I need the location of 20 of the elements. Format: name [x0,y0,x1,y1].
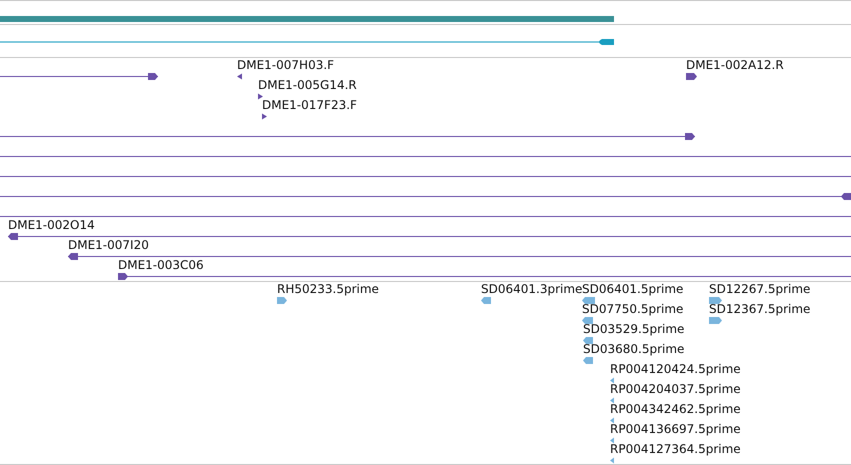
feature-label: DME1-002O14 [8,218,95,232]
feature-label: RP004204037.5prime [610,382,741,396]
feature-label: SD06401.3prime [481,282,582,296]
feature-label: RP004136697.5prime [610,422,741,436]
feature-label: RP004342462.5prime [610,402,741,416]
feature-label: DME1-007H03.F [237,58,334,72]
feature-label: SD12367.5prime [709,302,810,316]
feature-label: RH50233.5prime [277,282,379,296]
feature-label: SD07750.5prime [582,302,684,316]
feature-label: SD12267.5prime [709,282,810,296]
feature-label: DME1-007I20 [68,238,149,252]
feature-label: RP004127364.5prime [610,442,741,456]
feature-label: DME1-002A12.R [686,58,784,72]
feature-label: SD06401.5prime [582,282,684,296]
feature-label: DME1-005G14.R [258,78,357,92]
feature-label: DME1-003C06 [118,258,204,272]
feature-label: SD03680.5prime [583,342,684,356]
feature-label: DME1-017F23.F [262,98,357,112]
feature-label: SD03529.5prime [583,322,684,336]
feature-label: RP004120424.5prime [610,362,741,376]
